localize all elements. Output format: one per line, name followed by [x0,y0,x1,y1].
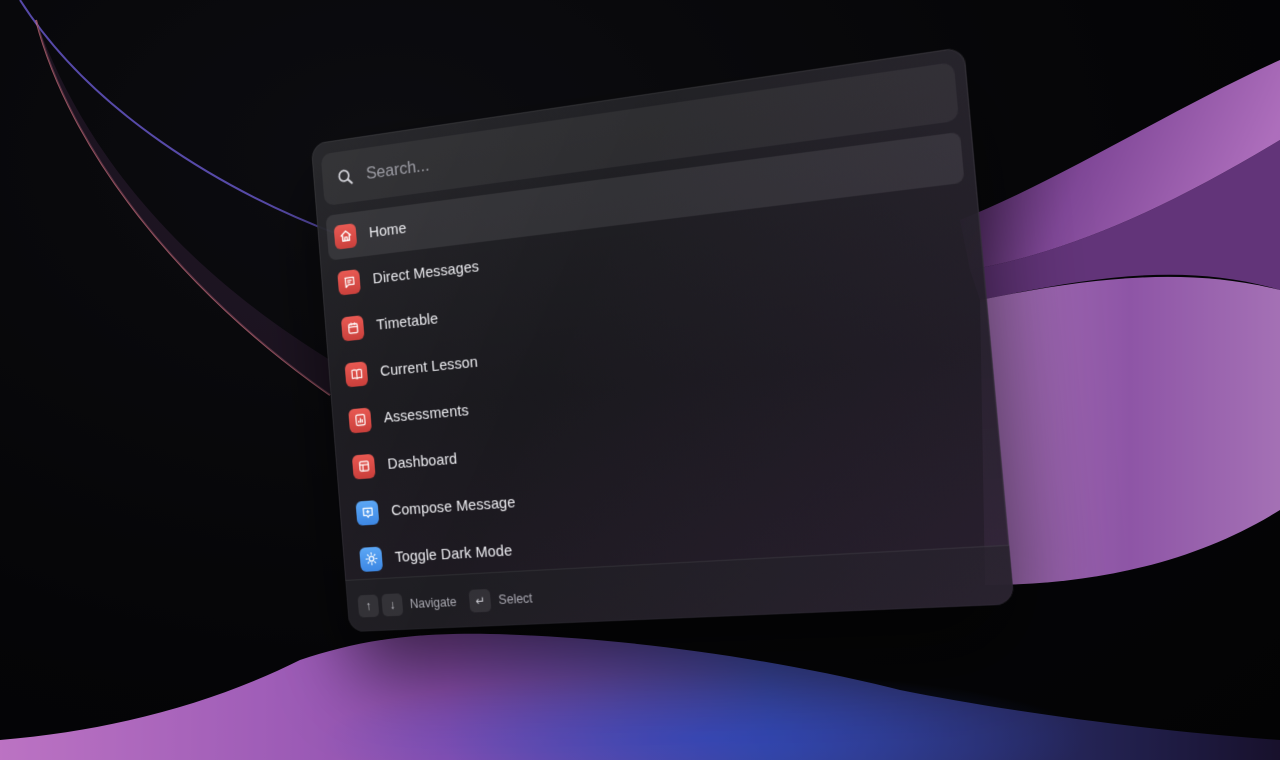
command-label: Toggle Dark Mode [394,542,513,566]
command-label: Home [368,220,407,242]
home-icon [334,223,358,250]
search-icon [336,167,354,187]
calendar-icon [341,315,365,341]
palette-layer: Home Direct Messages Timetable [0,0,1280,760]
desktop: Home Direct Messages Timetable [0,0,1280,760]
navigate-hint: Navigate [409,594,457,611]
command-label: Compose Message [391,494,517,520]
compose-icon [355,500,379,526]
up-arrow-key: ↑ [357,594,379,617]
select-hint: Select [498,590,533,606]
command-label: Dashboard [387,450,458,473]
command-label: Current Lesson [379,353,478,380]
chart-icon [348,407,372,433]
command-label: Assessments [383,402,469,427]
down-arrow-key: ↓ [381,593,403,616]
command-label: Direct Messages [372,258,480,288]
message-icon [337,269,361,296]
book-icon [344,361,368,387]
command-list: Home Direct Messages Timetable Current L… [326,132,998,584]
sun-icon [359,546,383,571]
command-label: Timetable [376,310,439,334]
enter-key: ↵ [469,588,492,612]
layout-icon [352,453,376,479]
command-palette: Home Direct Messages Timetable [311,47,1015,632]
